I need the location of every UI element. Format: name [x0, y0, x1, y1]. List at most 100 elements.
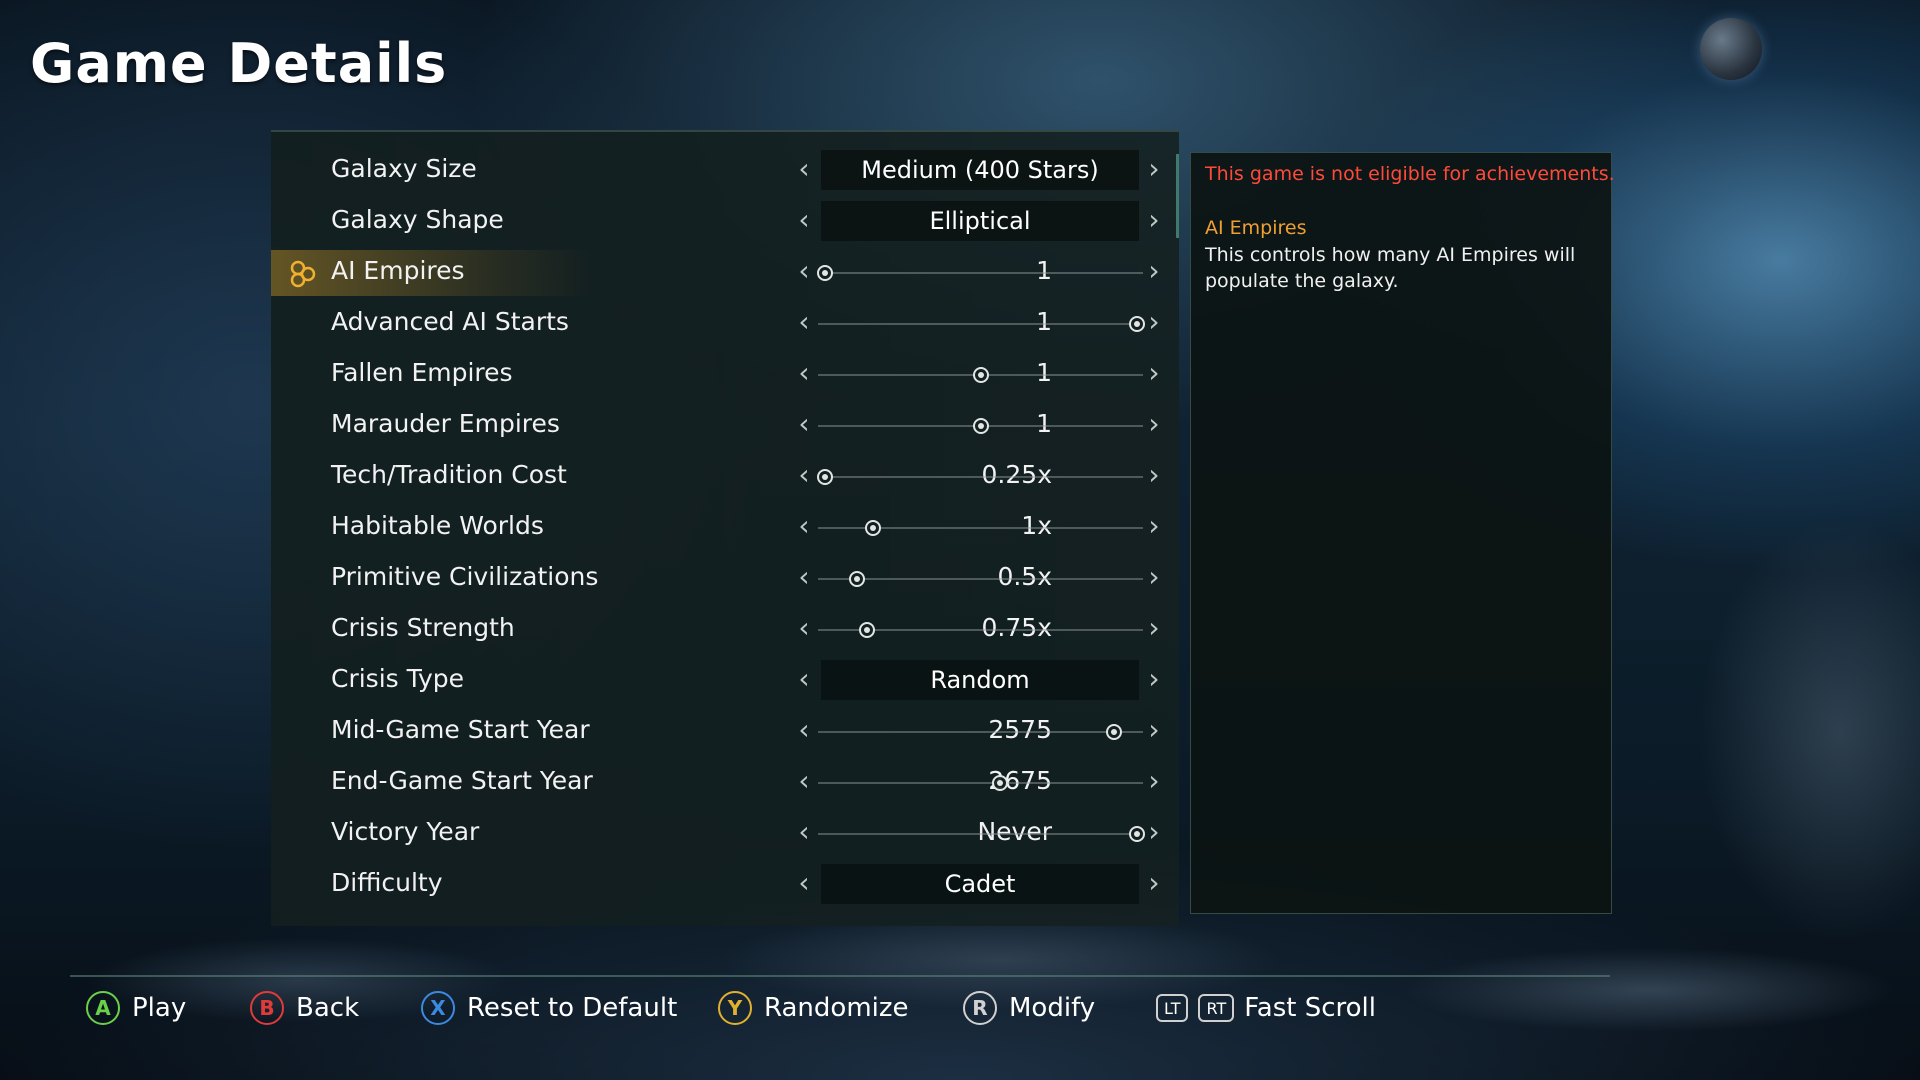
setting-row-mid-game-start-year[interactable]: Mid-Game Start Year ‹ 2575 › — [271, 707, 1179, 758]
slider-track[interactable] — [816, 469, 1143, 485]
setting-row-galaxy-size[interactable]: Galaxy Size ‹ Medium (400 Stars) › — [271, 146, 1179, 197]
setting-value: 2675 — [988, 766, 1052, 795]
chevron-left-icon[interactable]: ‹ — [793, 409, 815, 439]
chevron-left-icon[interactable]: ‹ — [793, 460, 815, 490]
reset-label: Reset to Default — [467, 993, 678, 1023]
setting-label: Galaxy Shape — [331, 205, 504, 234]
setting-row-fallen-empires[interactable]: Fallen Empires ‹ 1 › — [271, 350, 1179, 401]
setting-row-primitive-civilizations[interactable]: Primitive Civilizations ‹ 0.5x › — [271, 554, 1179, 605]
slider-track[interactable] — [818, 571, 1143, 587]
setting-row-crisis-strength[interactable]: Crisis Strength ‹ 0.75x › — [271, 605, 1179, 656]
chevron-left-icon[interactable]: ‹ — [793, 307, 815, 337]
setting-row-advanced-ai-starts[interactable]: Advanced AI Starts ‹ 1 › — [271, 299, 1179, 350]
setting-label: Primitive Civilizations — [331, 562, 599, 591]
setting-select-value[interactable]: Medium (400 Stars) — [821, 150, 1139, 190]
chevron-right-icon[interactable]: › — [1143, 562, 1165, 592]
chevron-right-icon[interactable]: › — [1143, 715, 1165, 745]
chevron-right-icon[interactable]: › — [1143, 460, 1165, 490]
hex-selection-icon — [290, 260, 316, 288]
setting-row-tech-tradition-cost[interactable]: Tech/Tradition Cost ‹ 0.25x › — [271, 452, 1179, 503]
slider-handle[interactable] — [858, 622, 875, 638]
chevron-right-icon[interactable]: › — [1143, 511, 1165, 541]
chevron-left-icon[interactable]: ‹ — [793, 817, 815, 847]
setting-label: Marauder Empires — [331, 409, 560, 438]
setting-row-difficulty[interactable]: Difficulty ‹ Cadet › — [271, 860, 1179, 911]
slider-track[interactable] — [818, 775, 1143, 791]
chevron-left-icon[interactable]: ‹ — [793, 715, 815, 745]
setting-row-ai-empires[interactable]: AI Empires ‹ 1 › — [271, 248, 1179, 299]
reset-to-default-button[interactable]: X Reset to Default — [421, 986, 677, 1030]
footer-divider — [70, 975, 1610, 977]
setting-value: 0.75x — [981, 613, 1052, 642]
chevron-left-icon[interactable]: ‹ — [793, 868, 815, 898]
info-panel: This game is not eligible for achievemen… — [1190, 152, 1615, 914]
scrollbar[interactable] — [1176, 154, 1179, 238]
chevron-left-icon[interactable]: ‹ — [793, 562, 815, 592]
chevron-left-icon[interactable]: ‹ — [793, 766, 815, 796]
slider-track[interactable] — [818, 316, 1145, 332]
achievement-warning: This game is not eligible for achievemen… — [1205, 163, 1615, 185]
chevron-left-icon[interactable]: ‹ — [793, 205, 815, 235]
setting-row-crisis-type[interactable]: Crisis Type ‹ Random › — [271, 656, 1179, 707]
randomize-label: Randomize — [764, 993, 909, 1023]
play-button[interactable]: A Play — [86, 986, 186, 1030]
slider-handle[interactable] — [992, 775, 1008, 791]
setting-label: End-Game Start Year — [331, 766, 593, 795]
chevron-right-icon[interactable]: › — [1143, 868, 1165, 898]
b-button-icon: B — [250, 991, 284, 1025]
slider-handle[interactable] — [1105, 724, 1122, 740]
footer-button-bar: A Play B Back X Reset to Default Y Rando… — [0, 980, 1920, 1040]
setting-value: 1 — [1036, 256, 1052, 285]
chevron-right-icon[interactable]: › — [1143, 766, 1165, 796]
setting-label: Tech/Tradition Cost — [331, 460, 567, 489]
chevron-left-icon[interactable]: ‹ — [793, 154, 815, 184]
setting-row-galaxy-shape[interactable]: Galaxy Shape ‹ Elliptical › — [271, 197, 1179, 248]
slider-track[interactable] — [818, 520, 1143, 536]
chevron-left-icon[interactable]: ‹ — [793, 511, 815, 541]
slider-handle[interactable] — [972, 418, 989, 434]
chevron-left-icon[interactable]: ‹ — [793, 613, 815, 643]
randomize-button[interactable]: Y Randomize — [718, 986, 909, 1030]
rt-trigger-icon: RT — [1198, 994, 1235, 1022]
setting-select-value[interactable]: Random — [821, 660, 1139, 700]
setting-select-value[interactable]: Elliptical — [821, 201, 1139, 241]
chevron-right-icon[interactable]: › — [1143, 358, 1165, 388]
setting-row-end-game-start-year[interactable]: End-Game Start Year ‹ 2675 › — [271, 758, 1179, 809]
setting-row-victory-year[interactable]: Victory Year ‹ Never › — [271, 809, 1179, 860]
setting-row-marauder-empires[interactable]: Marauder Empires ‹ 1 › — [271, 401, 1179, 452]
chevron-left-icon[interactable]: ‹ — [793, 358, 815, 388]
slider-handle[interactable] — [816, 469, 833, 485]
play-label: Play — [132, 993, 187, 1023]
chevron-right-icon[interactable]: › — [1143, 154, 1165, 184]
chevron-right-icon[interactable]: › — [1143, 817, 1165, 847]
chevron-right-icon[interactable]: › — [1143, 256, 1165, 286]
setting-value: Never — [977, 817, 1052, 846]
chevron-right-icon[interactable]: › — [1143, 664, 1165, 694]
setting-row-habitable-worlds[interactable]: Habitable Worlds ‹ 1x › — [271, 503, 1179, 554]
slider-track[interactable] — [818, 622, 1143, 638]
slider-track[interactable] — [816, 265, 1143, 281]
chevron-left-icon[interactable]: ‹ — [793, 664, 815, 694]
chevron-right-icon[interactable]: › — [1143, 409, 1165, 439]
chevron-right-icon[interactable]: › — [1143, 613, 1165, 643]
modify-button[interactable]: R Modify — [963, 986, 1095, 1030]
slider-handle[interactable] — [816, 265, 833, 281]
slider-handle[interactable] — [972, 367, 989, 383]
setting-select-value[interactable]: Cadet — [821, 864, 1139, 904]
setting-value: 0.5x — [997, 562, 1052, 591]
slider-track[interactable] — [818, 724, 1143, 740]
slider-handle[interactable] — [865, 520, 882, 536]
lt-trigger-icon: LT — [1156, 994, 1189, 1022]
fast-scroll-button[interactable]: LT RT Fast Scroll — [1156, 986, 1376, 1030]
chevron-right-icon[interactable]: › — [1143, 205, 1165, 235]
slider-track[interactable] — [818, 418, 1143, 434]
slider-track[interactable] — [818, 367, 1143, 383]
chevron-right-icon[interactable]: › — [1143, 307, 1165, 337]
setting-label: Difficulty — [331, 868, 443, 897]
setting-label: Habitable Worlds — [331, 511, 544, 540]
slider-track[interactable] — [818, 826, 1145, 842]
slider-handle[interactable] — [849, 571, 865, 587]
setting-value: 1 — [1036, 307, 1052, 336]
chevron-left-icon[interactable]: ‹ — [793, 256, 815, 286]
back-button[interactable]: B Back — [250, 986, 359, 1030]
